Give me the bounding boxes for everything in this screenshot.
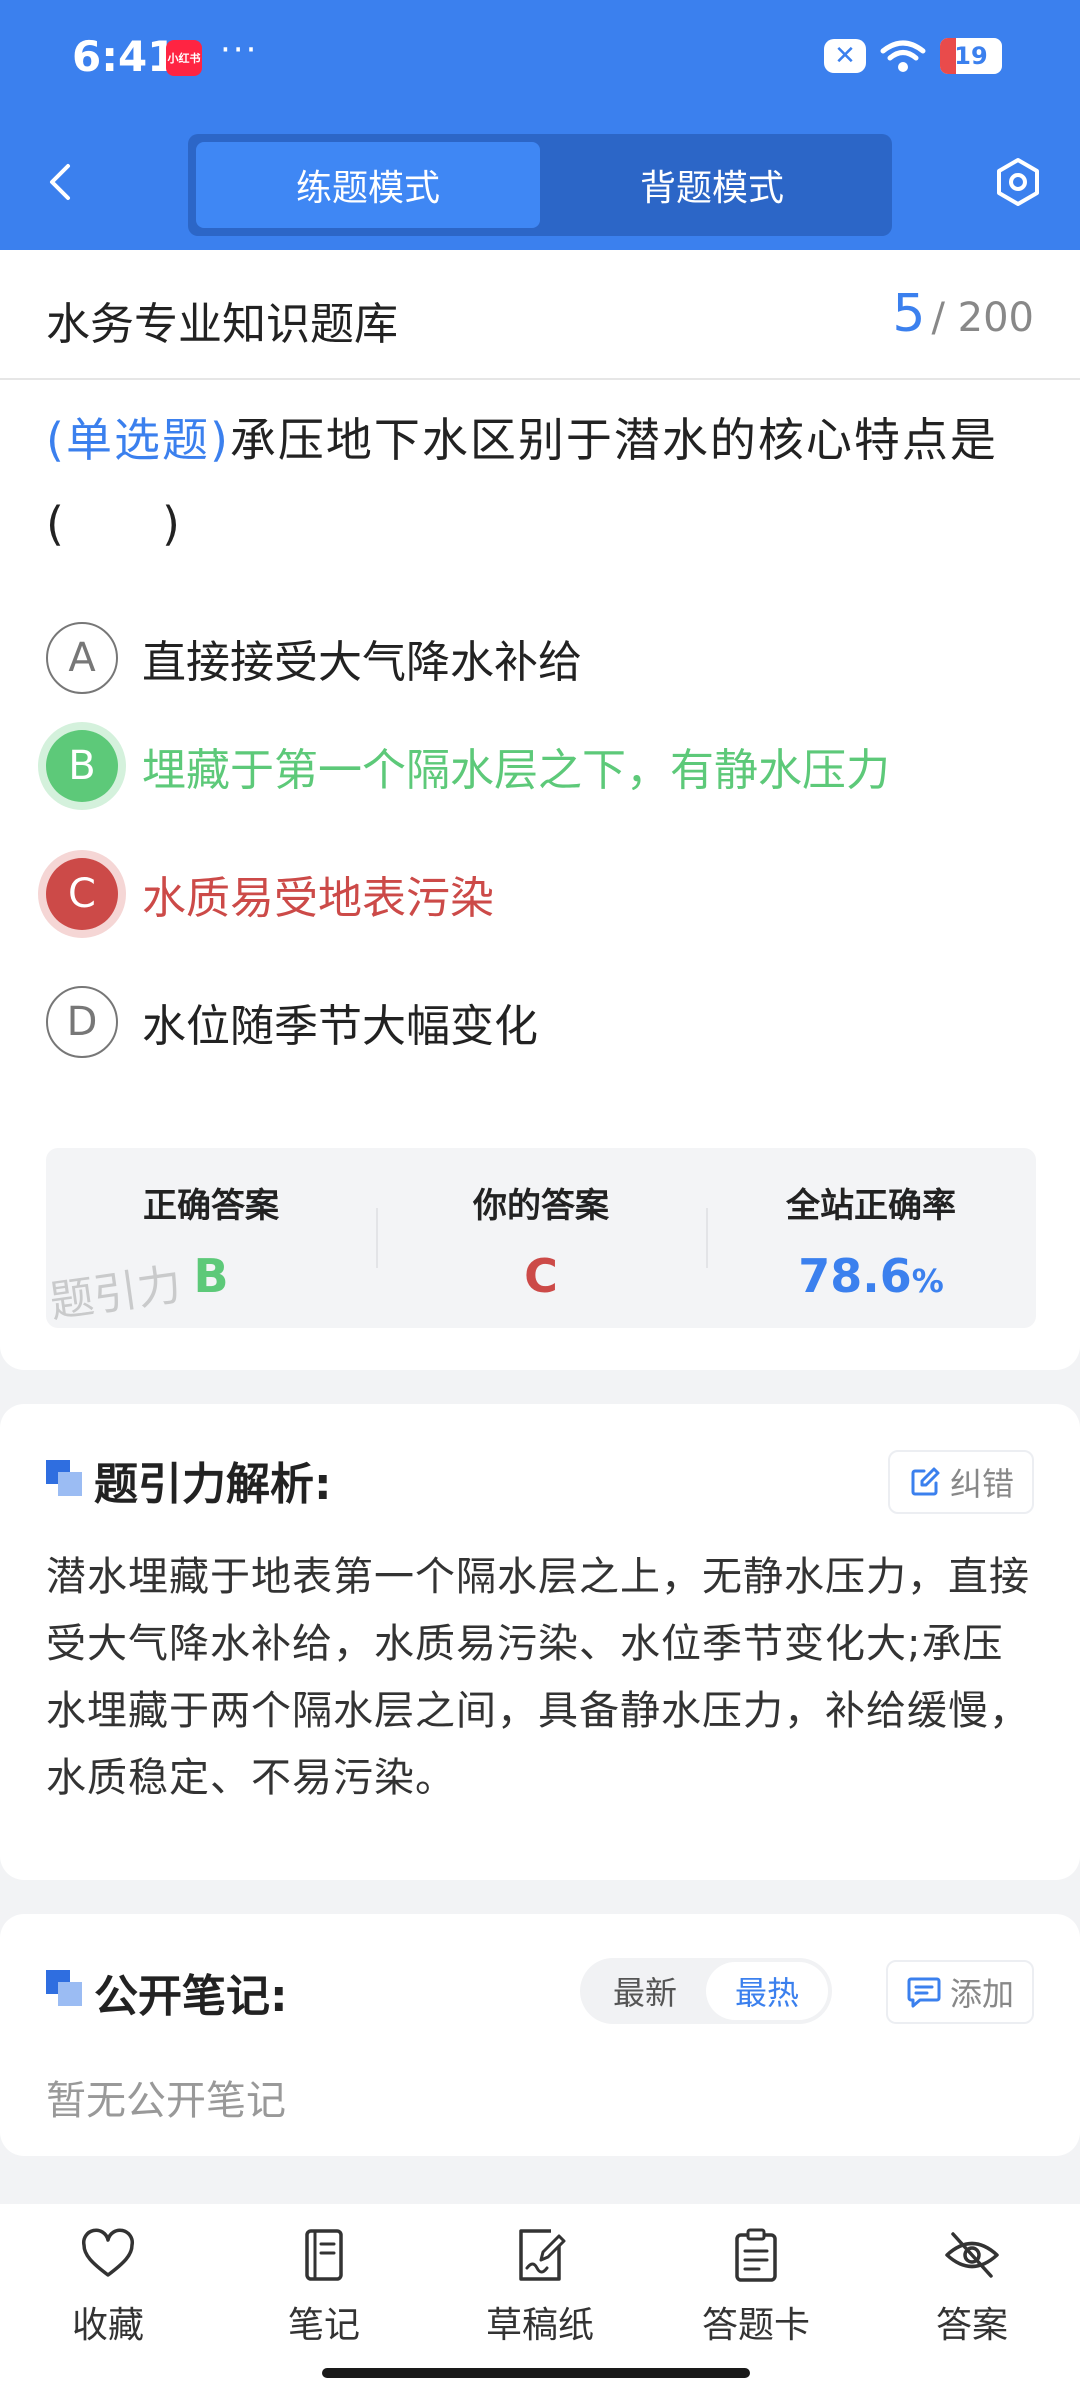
eye-off-icon xyxy=(945,2232,999,2278)
add-note-button[interactable]: 添加 xyxy=(885,1960,1034,2024)
notes-sort-toggle: 最新 最热 xyxy=(580,1958,832,2024)
answer-sheet-icon xyxy=(735,2228,777,2282)
x-icon: ✕ xyxy=(824,39,866,73)
battery-level: 19 xyxy=(954,42,988,70)
report-error-label: 纠错 xyxy=(949,1465,1014,1503)
answer-stats: 正确答案 B 你的答案 C 全站正确率 78.6% xyxy=(46,1148,1036,1328)
option-c[interactable]: C 水质易受地表污染 xyxy=(46,856,494,932)
bank-title: 水务专业知识题库 xyxy=(46,299,398,350)
tab-memorize-mode[interactable]: 背题模式 xyxy=(540,142,884,228)
question-type: (单选题) xyxy=(46,413,230,467)
total-questions: / 200 xyxy=(931,295,1034,341)
nav-draft-paper-label: 草稿纸 xyxy=(485,2305,594,2346)
edit-icon xyxy=(911,1467,940,1496)
option-a-text: 直接接受大气降水补给 xyxy=(142,637,582,688)
notification-app-icon: 小红书 xyxy=(166,40,202,76)
nav-favorite-label: 收藏 xyxy=(71,2305,144,2346)
option-b[interactable]: B 埋藏于第一个隔水层之下，有静水压力 xyxy=(46,728,890,804)
option-c-letter: C xyxy=(46,858,118,930)
option-a[interactable]: A 直接接受大气降水补给 xyxy=(46,620,582,696)
bank-row: 水务专业知识题库 5 / 200 xyxy=(0,250,1080,380)
chevron-left-icon[interactable] xyxy=(40,160,84,204)
current-question-number: 5 xyxy=(892,284,926,344)
option-d-text: 水位随季节大幅变化 xyxy=(142,1001,538,1052)
comment-icon xyxy=(907,1977,941,2008)
option-d-letter: D xyxy=(46,986,118,1058)
hexagon-settings-icon[interactable] xyxy=(992,156,1044,208)
my-answer-stat: 你的答案 C xyxy=(376,1148,706,1328)
empty-notes-text: 暂无公开笔记 xyxy=(46,2078,286,2124)
option-d[interactable]: D 水位随季节大幅变化 xyxy=(46,984,538,1060)
option-c-text: 水质易受地表污染 xyxy=(142,873,494,924)
public-notes-card: 公开笔记: 最新 最热 添加 暂无公开笔记 xyxy=(0,1914,1080,2156)
status-icons: ✕ 19 xyxy=(824,38,1002,74)
notebook-icon xyxy=(305,2229,343,2281)
option-b-text: 埋藏于第一个隔水层之下，有静水压力 xyxy=(142,745,890,796)
heart-icon xyxy=(82,2228,134,2277)
option-a-letter: A xyxy=(46,622,118,694)
accuracy-value: 78.6% xyxy=(798,1249,944,1303)
status-time: 6:41 xyxy=(72,32,177,81)
question-card: 水务专业知识题库 5 / 200 (单选题)承压地下水区别于潜水的核心特点是 (… xyxy=(0,250,1080,1370)
analysis-text: 潜水埋藏于地表第一个隔水层之上，无静水压力，直接受大气降水补给，水质易污染、水位… xyxy=(46,1554,1030,1801)
question-stem: (单选题)承压地下水区别于潜水的核心特点是 ( ) xyxy=(46,398,1036,566)
accuracy-stat: 全站正确率 78.6% xyxy=(706,1148,1036,1328)
analysis-title: 题引力解析: xyxy=(94,1459,332,1510)
home-indicator[interactable] xyxy=(322,2368,750,2378)
nav-answer-label: 答案 xyxy=(935,2305,1008,2346)
wifi-icon xyxy=(880,40,926,72)
nav-notes-label: 笔记 xyxy=(287,2305,360,2346)
option-b-letter: B xyxy=(46,730,118,802)
correct-answer-label: 正确答案 xyxy=(143,1186,279,1226)
add-note-label: 添加 xyxy=(949,1975,1014,2013)
notes-title: 公开笔记: xyxy=(94,1971,288,2022)
nav-answer[interactable]: 答案 xyxy=(864,2204,1080,2400)
battery-icon: 19 xyxy=(940,38,1002,74)
my-answer-label: 你的答案 xyxy=(473,1186,609,1226)
more-notifications-icon: ··· xyxy=(220,30,259,70)
my-answer-value: C xyxy=(524,1249,558,1303)
question-progress: 5 / 200 xyxy=(892,284,1034,344)
correct-answer-value: B xyxy=(193,1249,229,1303)
accuracy-number: 78.6 xyxy=(798,1249,912,1303)
report-error-button[interactable]: 纠错 xyxy=(887,1450,1034,1514)
nav-favorite[interactable]: 收藏 xyxy=(0,2204,216,2400)
tab-practice-mode[interactable]: 练题模式 xyxy=(196,142,540,228)
nav-answer-sheet-label: 答题卡 xyxy=(701,2305,810,2346)
sort-latest[interactable]: 最新 xyxy=(584,1962,706,2020)
accuracy-label: 全站正确率 xyxy=(786,1186,956,1226)
sort-hottest[interactable]: 最热 xyxy=(706,1962,828,2020)
app-header: 6:41 小红书 ··· ✕ 19 练题模式 背题模式 xyxy=(0,0,1080,250)
section-icon xyxy=(46,1460,84,1498)
analysis-card: 题引力解析: 纠错 潜水埋藏于地表第一个隔水层之上，无静水压力，直接受大气降水补… xyxy=(0,1404,1080,1880)
section-icon xyxy=(46,1970,84,2008)
mode-switch: 练题模式 背题模式 xyxy=(188,134,892,236)
accuracy-unit: % xyxy=(911,1262,944,1300)
draft-paper-icon xyxy=(519,2229,566,2281)
